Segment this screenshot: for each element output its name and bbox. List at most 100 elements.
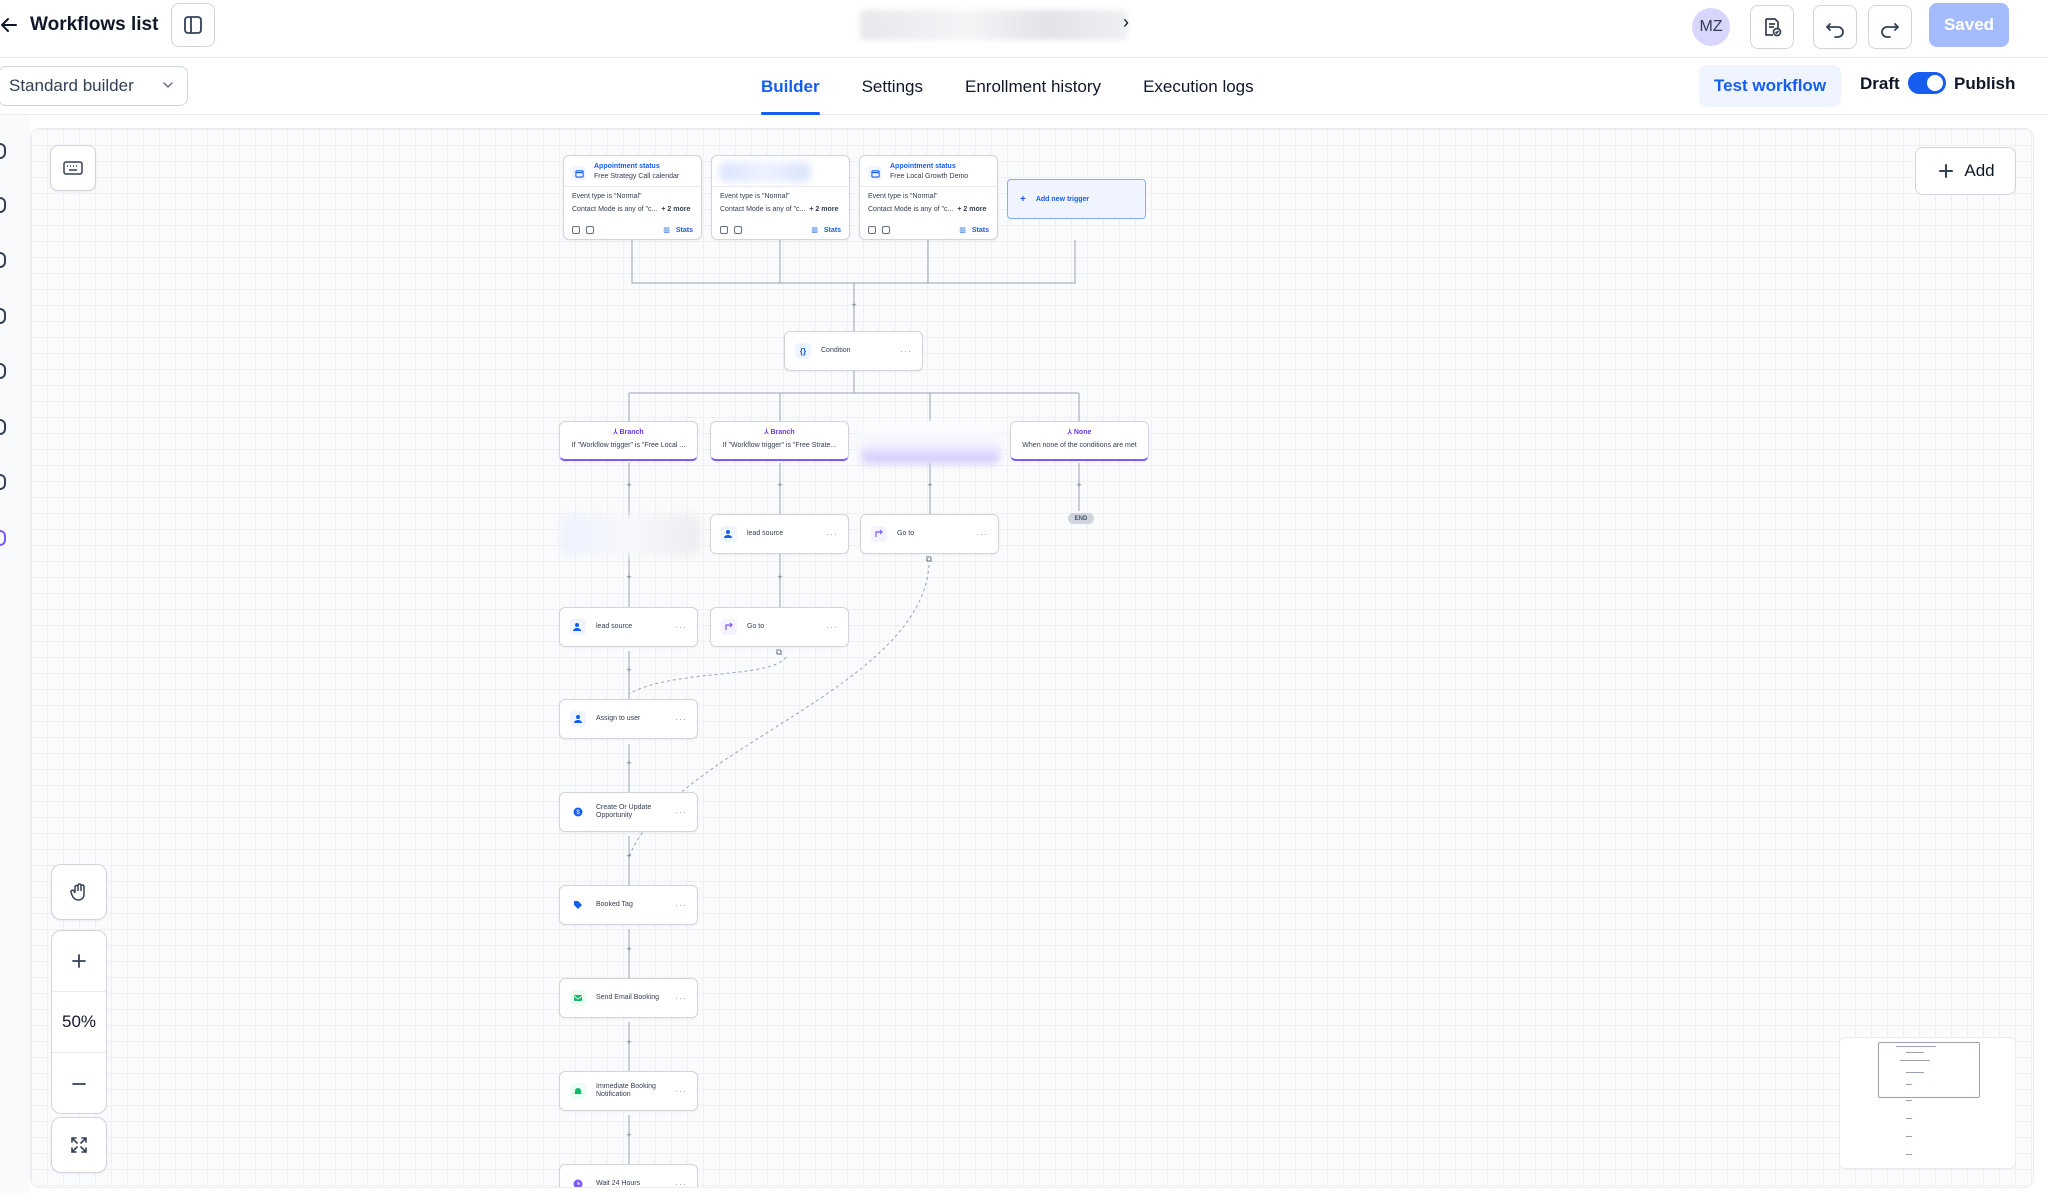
action-lead-source-branch2[interactable]: lead source ··· (710, 514, 849, 554)
trash-icon[interactable] (882, 226, 890, 234)
fit-view-button[interactable] (51, 1117, 107, 1173)
minimap-viewport[interactable] (1878, 1042, 1980, 1098)
top-bar: Workflows list › MZ Saved (0, 0, 2048, 58)
undo-button[interactable] (1813, 5, 1857, 49)
add-new-trigger-button[interactable]: + Add new trigger (1007, 179, 1146, 219)
trash-icon[interactable] (734, 226, 742, 234)
branch-node-none[interactable]: ⅄ None When none of the conditions are m… (1010, 421, 1149, 461)
trigger-node-1[interactable]: Appointment status Free Strategy Call ca… (563, 155, 702, 240)
branch-node-3-blurred[interactable] (861, 423, 1000, 463)
add-step-plus-icon[interactable]: + (624, 1037, 634, 1047)
trigger-more-filters[interactable]: + 2 more (809, 203, 838, 216)
more-options-icon[interactable]: ··· (675, 1086, 687, 1096)
action-send-email-booking[interactable]: Send Email Booking ··· (559, 978, 698, 1018)
publish-toggle[interactable] (1908, 72, 1946, 94)
action-create-update-opportunity[interactable]: $ Create Or Update Opportunity ··· (559, 792, 698, 832)
add-step-plus-icon[interactable]: + (1074, 480, 1084, 490)
trigger-more-filters[interactable]: + 2 more (957, 203, 986, 216)
more-options-icon[interactable]: ··· (976, 529, 988, 539)
more-options-icon[interactable]: ··· (675, 900, 687, 910)
action-booked-tag[interactable]: Booked Tag ··· (559, 885, 698, 925)
builder-type-select[interactable]: Standard builder (0, 66, 188, 106)
trigger-footer: ▥ Stats (572, 225, 693, 235)
condition-node[interactable]: {} Condition ··· (784, 331, 923, 371)
dollar-icon: $ (570, 804, 586, 820)
draft-label: Draft (1860, 74, 1900, 93)
tab-builder[interactable]: Builder (740, 58, 841, 115)
trigger-stats-link[interactable]: Stats (676, 227, 693, 234)
add-step-plus-icon[interactable]: + (624, 851, 634, 861)
copy-icon[interactable] (868, 226, 876, 234)
add-step-plus-icon[interactable]: + (624, 665, 634, 675)
add-step-plus-icon[interactable]: + (624, 480, 634, 490)
action-goto-branch2[interactable]: Go to ··· (710, 607, 849, 647)
minimap[interactable] (1839, 1037, 2016, 1169)
user-icon (570, 711, 586, 727)
action-immediate-booking-notification[interactable]: Immediate Booking Notification ··· (559, 1071, 698, 1111)
copy-icon[interactable] (572, 226, 580, 234)
workflow-name-blurred[interactable] (860, 10, 1128, 40)
action-goto-branch3[interactable]: Go to ··· (860, 514, 999, 554)
action-label: Wait 24 Hours (596, 1180, 641, 1187)
keyboard-icon (63, 161, 83, 175)
back-to-workflows-link[interactable]: Workflows list (0, 10, 158, 40)
add-step-plus-icon[interactable]: + (925, 480, 935, 490)
rail-icon-8-active[interactable] (0, 530, 6, 546)
trigger-title-blurred (720, 162, 810, 182)
trigger-stats-link[interactable]: Stats (824, 227, 841, 234)
tab-settings[interactable]: Settings (841, 58, 944, 115)
add-step-plus-icon[interactable]: + (624, 1130, 634, 1140)
more-options-icon[interactable]: ··· (675, 622, 687, 632)
saved-button[interactable]: Saved (1929, 3, 2009, 47)
more-options-icon[interactable]: ··· (900, 346, 912, 356)
action-node-blurred[interactable] (561, 515, 700, 555)
tab-enrollment-history[interactable]: Enrollment history (944, 58, 1122, 115)
test-workflow-button[interactable]: Test workflow (1699, 65, 1841, 107)
trash-icon[interactable] (586, 226, 594, 234)
more-options-icon[interactable]: ··· (826, 622, 838, 632)
keyboard-shortcuts-button[interactable] (50, 145, 96, 191)
rail-icon-2[interactable] (0, 197, 6, 213)
add-step-plus-icon[interactable]: + (849, 300, 859, 310)
zoom-in-button[interactable] (52, 931, 106, 992)
action-label: Immediate Booking Notification (596, 1083, 656, 1098)
chevron-right-icon[interactable]: › (1123, 12, 1129, 33)
action-wait-24-hours[interactable]: Wait 24 Hours ··· (559, 1164, 698, 1187)
rail-icon-5[interactable] (0, 363, 6, 379)
more-options-icon[interactable]: ··· (826, 529, 838, 539)
goto-arrows-icon (871, 526, 887, 542)
more-options-icon[interactable]: ··· (675, 1179, 687, 1187)
trigger-more-filters[interactable]: + 2 more (661, 203, 690, 216)
user-avatar[interactable]: MZ (1692, 8, 1730, 46)
builder-type-value: Standard builder (9, 76, 134, 95)
add-step-plus-icon[interactable]: + (775, 572, 785, 582)
add-step-plus-icon[interactable]: + (624, 944, 634, 954)
rail-icon-1[interactable] (0, 143, 6, 159)
rail-icon-7[interactable] (0, 474, 6, 490)
trigger-node-2[interactable]: Event type is "Normal" Contact Mode is a… (711, 155, 850, 240)
zoom-out-button[interactable] (52, 1053, 106, 1114)
copy-icon[interactable] (720, 226, 728, 234)
trigger-stats-link[interactable]: Stats (972, 227, 989, 234)
workflow-canvas[interactable]: Appointment status Free Strategy Call ca… (30, 128, 2034, 1188)
more-options-icon[interactable]: ··· (675, 714, 687, 724)
branch-node-1[interactable]: ⅄ Branch If "Workflow trigger" is "Free … (559, 421, 698, 461)
branch-node-2[interactable]: ⅄ Branch If "Workflow trigger" is "Free … (710, 421, 849, 461)
action-assign-user[interactable]: Assign to user ··· (559, 699, 698, 739)
pan-mode-button[interactable] (51, 864, 107, 920)
add-step-plus-icon[interactable]: + (775, 480, 785, 490)
action-lead-source-branch1[interactable]: lead source ··· (559, 607, 698, 647)
rail-icon-4[interactable] (0, 308, 6, 324)
toggle-sidebar-button[interactable] (171, 3, 215, 47)
rail-icon-6[interactable] (0, 419, 6, 435)
trigger-node-3[interactable]: Appointment status Free Local Growth Dem… (859, 155, 998, 240)
more-options-icon[interactable]: ··· (675, 807, 687, 817)
add-step-plus-icon[interactable]: + (624, 572, 634, 582)
tab-execution-logs[interactable]: Execution logs (1122, 58, 1275, 115)
redo-button[interactable] (1868, 5, 1912, 49)
add-button[interactable]: Add (1915, 147, 2016, 195)
more-options-icon[interactable]: ··· (675, 993, 687, 1003)
add-step-plus-icon[interactable]: + (624, 758, 634, 768)
notes-button[interactable] (1750, 5, 1794, 49)
rail-icon-3[interactable] (0, 252, 6, 268)
